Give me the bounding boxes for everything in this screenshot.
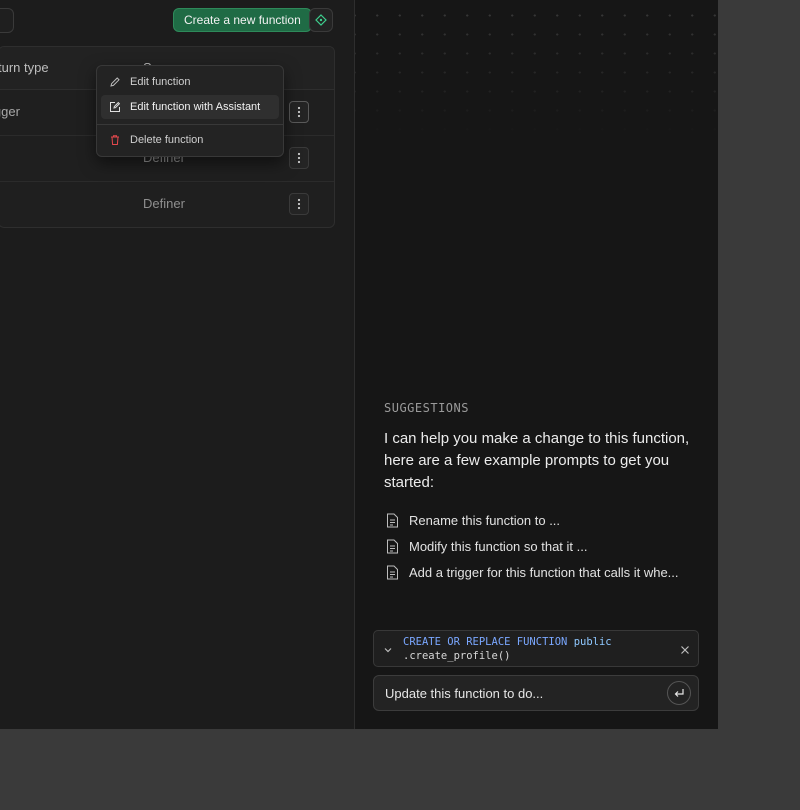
edit-square-icon — [108, 100, 122, 114]
file-icon — [386, 538, 400, 554]
create-function-button[interactable]: Create a new function — [173, 8, 312, 32]
more-vertical-icon — [297, 198, 301, 210]
app-window: Create a new function turn type Secu igg… — [0, 0, 718, 729]
enter-icon — [674, 689, 684, 697]
code-schema: public — [573, 636, 612, 648]
pencil-icon — [108, 75, 122, 89]
code-context-box: CREATE OR REPLACE FUNCTION public .creat… — [373, 630, 699, 667]
menu-divider — [97, 124, 283, 125]
more-vertical-icon — [297, 152, 301, 164]
code-keyword: CREATE OR REPLACE FUNCTION — [403, 636, 568, 648]
row-actions-button[interactable] — [289, 101, 309, 123]
suggestion-item-modify[interactable]: Modify this function so that it ... — [386, 538, 587, 554]
menu-item-label: Edit function — [130, 76, 191, 88]
menu-item-edit-function[interactable]: Edit function — [101, 70, 279, 94]
suggestion-item-add-trigger[interactable]: Add a trigger for this function that cal… — [386, 564, 679, 580]
row-context-menu: Edit function Edit function with Assista… — [96, 65, 284, 157]
more-vertical-icon — [297, 106, 301, 118]
dot-grid-background — [355, 0, 718, 140]
chevron-down-icon[interactable] — [383, 642, 393, 660]
trash-icon — [108, 133, 122, 147]
diamond-icon — [315, 14, 327, 26]
suggestion-label: Add a trigger for this function that cal… — [409, 564, 679, 580]
assistant-intro-text: I can help you make a change to this fun… — [384, 430, 690, 491]
functions-panel: Create a new function turn type Secu igg… — [0, 0, 354, 729]
suggestion-label: Modify this function so that it ... — [409, 538, 588, 554]
return-type-cell: igger — [0, 104, 20, 119]
file-icon — [386, 564, 400, 580]
table-row[interactable]: d Definer — [0, 182, 334, 227]
assistant-panel: SUGGESTIONS I can help you make a change… — [355, 0, 718, 729]
prompt-box — [373, 675, 699, 711]
row-actions-button[interactable] — [289, 193, 309, 215]
assistant-toggle-button[interactable] — [309, 8, 333, 32]
security-cell: Definer — [143, 196, 185, 211]
column-header-return-type: turn type — [0, 60, 49, 75]
code-function-name: .create_profile() — [403, 650, 511, 662]
close-icon[interactable] — [680, 642, 690, 660]
menu-item-delete-function[interactable]: Delete function — [101, 128, 279, 152]
menu-item-label: Delete function — [130, 134, 204, 146]
suggestion-label: Rename this function to ... — [409, 512, 561, 528]
prompt-input[interactable] — [374, 676, 676, 710]
menu-item-edit-with-assistant[interactable]: Edit function with Assistant — [101, 95, 279, 119]
code-snippet: CREATE OR REPLACE FUNCTION public .creat… — [403, 635, 612, 663]
search-input[interactable] — [0, 8, 14, 33]
submit-button[interactable] — [667, 681, 691, 705]
row-actions-button[interactable] — [289, 147, 309, 169]
menu-item-label: Edit function with Assistant — [130, 101, 261, 113]
suggestions-heading: SUGGESTIONS — [384, 401, 469, 415]
file-icon — [386, 512, 400, 528]
suggestion-item-rename[interactable]: Rename this function to ... — [386, 512, 560, 528]
